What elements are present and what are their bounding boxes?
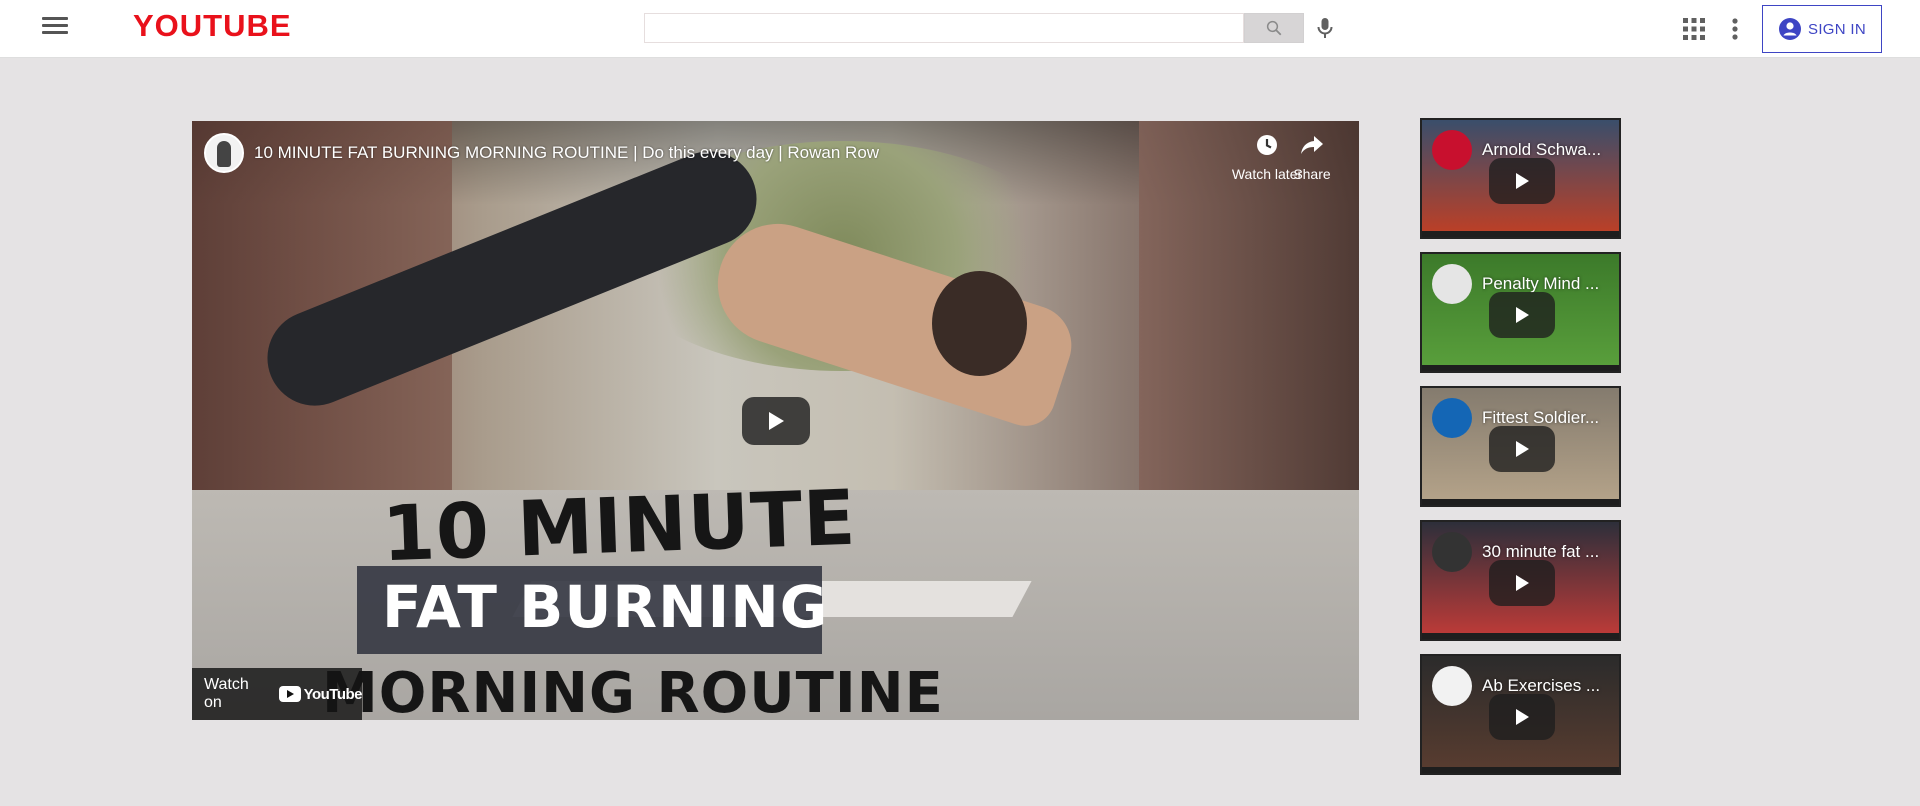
play-button[interactable] bbox=[1489, 694, 1555, 740]
related-video-title: Ab Exercises ... bbox=[1482, 676, 1601, 695]
play-button[interactable] bbox=[1489, 560, 1555, 606]
search-button[interactable] bbox=[1244, 13, 1304, 43]
channel-avatar bbox=[1432, 130, 1472, 170]
play-icon bbox=[1516, 173, 1529, 189]
related-video-card[interactable]: Fittest Soldier... bbox=[1420, 386, 1621, 507]
share-button[interactable]: Share bbox=[1282, 133, 1342, 182]
youtube-logo[interactable]: YOUTUBE bbox=[133, 8, 292, 44]
channel-avatar bbox=[1432, 398, 1472, 438]
hamburger-menu-icon[interactable] bbox=[40, 14, 70, 38]
share-arrow-icon bbox=[1301, 136, 1323, 154]
thumbnail-pillar-right bbox=[1139, 121, 1359, 551]
related-video-title: Fittest Soldier... bbox=[1482, 408, 1600, 427]
video-bottom-strip bbox=[1422, 365, 1619, 371]
watch-on-label: Watch on bbox=[204, 676, 249, 711]
sign-in-label: SIGN IN bbox=[1808, 20, 1866, 38]
video-bottom-strip bbox=[1422, 231, 1619, 237]
related-video-title: 30 minute fat ... bbox=[1482, 542, 1600, 561]
video-title-link[interactable]: 10 MINUTE FAT BURNING MORNING ROUTINE | … bbox=[254, 143, 879, 163]
related-video-title: Penalty Mind ... bbox=[1482, 274, 1600, 293]
clock-icon bbox=[1257, 135, 1277, 155]
youtube-wordmark-icon: YouTube bbox=[278, 685, 363, 703]
microphone-icon bbox=[1317, 18, 1333, 38]
more-vertical-icon bbox=[1732, 18, 1738, 40]
account-circle-icon bbox=[1779, 18, 1802, 40]
play-button[interactable] bbox=[1489, 158, 1555, 204]
apps-grid-icon bbox=[1683, 18, 1705, 40]
top-bar: YOUTUBE SIGN IN bbox=[0, 0, 1920, 58]
play-button[interactable] bbox=[742, 397, 810, 445]
thumbnail-text-line1: 10 MINUTE bbox=[380, 472, 858, 579]
video-bottom-strip bbox=[1422, 767, 1619, 773]
channel-avatar bbox=[1432, 666, 1472, 706]
more-options-button[interactable] bbox=[1724, 16, 1746, 42]
related-video-title: Arnold Schwa... bbox=[1482, 140, 1602, 159]
play-icon bbox=[769, 412, 784, 430]
related-video-card[interactable]: Arnold Schwa... bbox=[1420, 118, 1621, 239]
youtube-wordmark-text: YouTube bbox=[303, 685, 363, 703]
video-bottom-strip bbox=[1422, 633, 1619, 639]
play-icon bbox=[1516, 307, 1529, 323]
watch-on-youtube-button[interactable]: Watch on YouTube bbox=[192, 668, 363, 720]
thumbnail-person-head bbox=[932, 271, 1027, 376]
related-video-card[interactable]: 30 minute fat ... bbox=[1420, 520, 1621, 641]
search-bar bbox=[644, 13, 1304, 43]
thumbnail-text-line2: FAT BURNING bbox=[382, 573, 829, 641]
embedded-video-player[interactable]: 10 MINUTE FAT BURNING MORNING ROUTINE | … bbox=[192, 121, 1359, 720]
apps-button[interactable] bbox=[1681, 16, 1707, 42]
video-bottom-strip bbox=[1422, 499, 1619, 505]
share-label: Share bbox=[1293, 166, 1331, 182]
play-button[interactable] bbox=[1489, 292, 1555, 338]
channel-avatar[interactable] bbox=[204, 133, 244, 173]
sign-in-button[interactable]: SIGN IN bbox=[1762, 5, 1882, 53]
play-icon bbox=[1516, 575, 1529, 591]
search-input[interactable] bbox=[644, 13, 1244, 43]
channel-avatar bbox=[1432, 532, 1472, 572]
related-video-card[interactable]: Penalty Mind ... bbox=[1420, 252, 1621, 373]
voice-search-button[interactable] bbox=[1312, 14, 1338, 42]
search-icon bbox=[1266, 20, 1282, 36]
play-icon bbox=[1516, 441, 1529, 457]
related-video-card[interactable]: Ab Exercises ... bbox=[1420, 654, 1621, 775]
play-icon bbox=[1516, 709, 1529, 725]
channel-avatar bbox=[1432, 264, 1472, 304]
thumbnail-text-line3: MORNING ROUTINE bbox=[322, 661, 944, 720]
play-button[interactable] bbox=[1489, 426, 1555, 472]
